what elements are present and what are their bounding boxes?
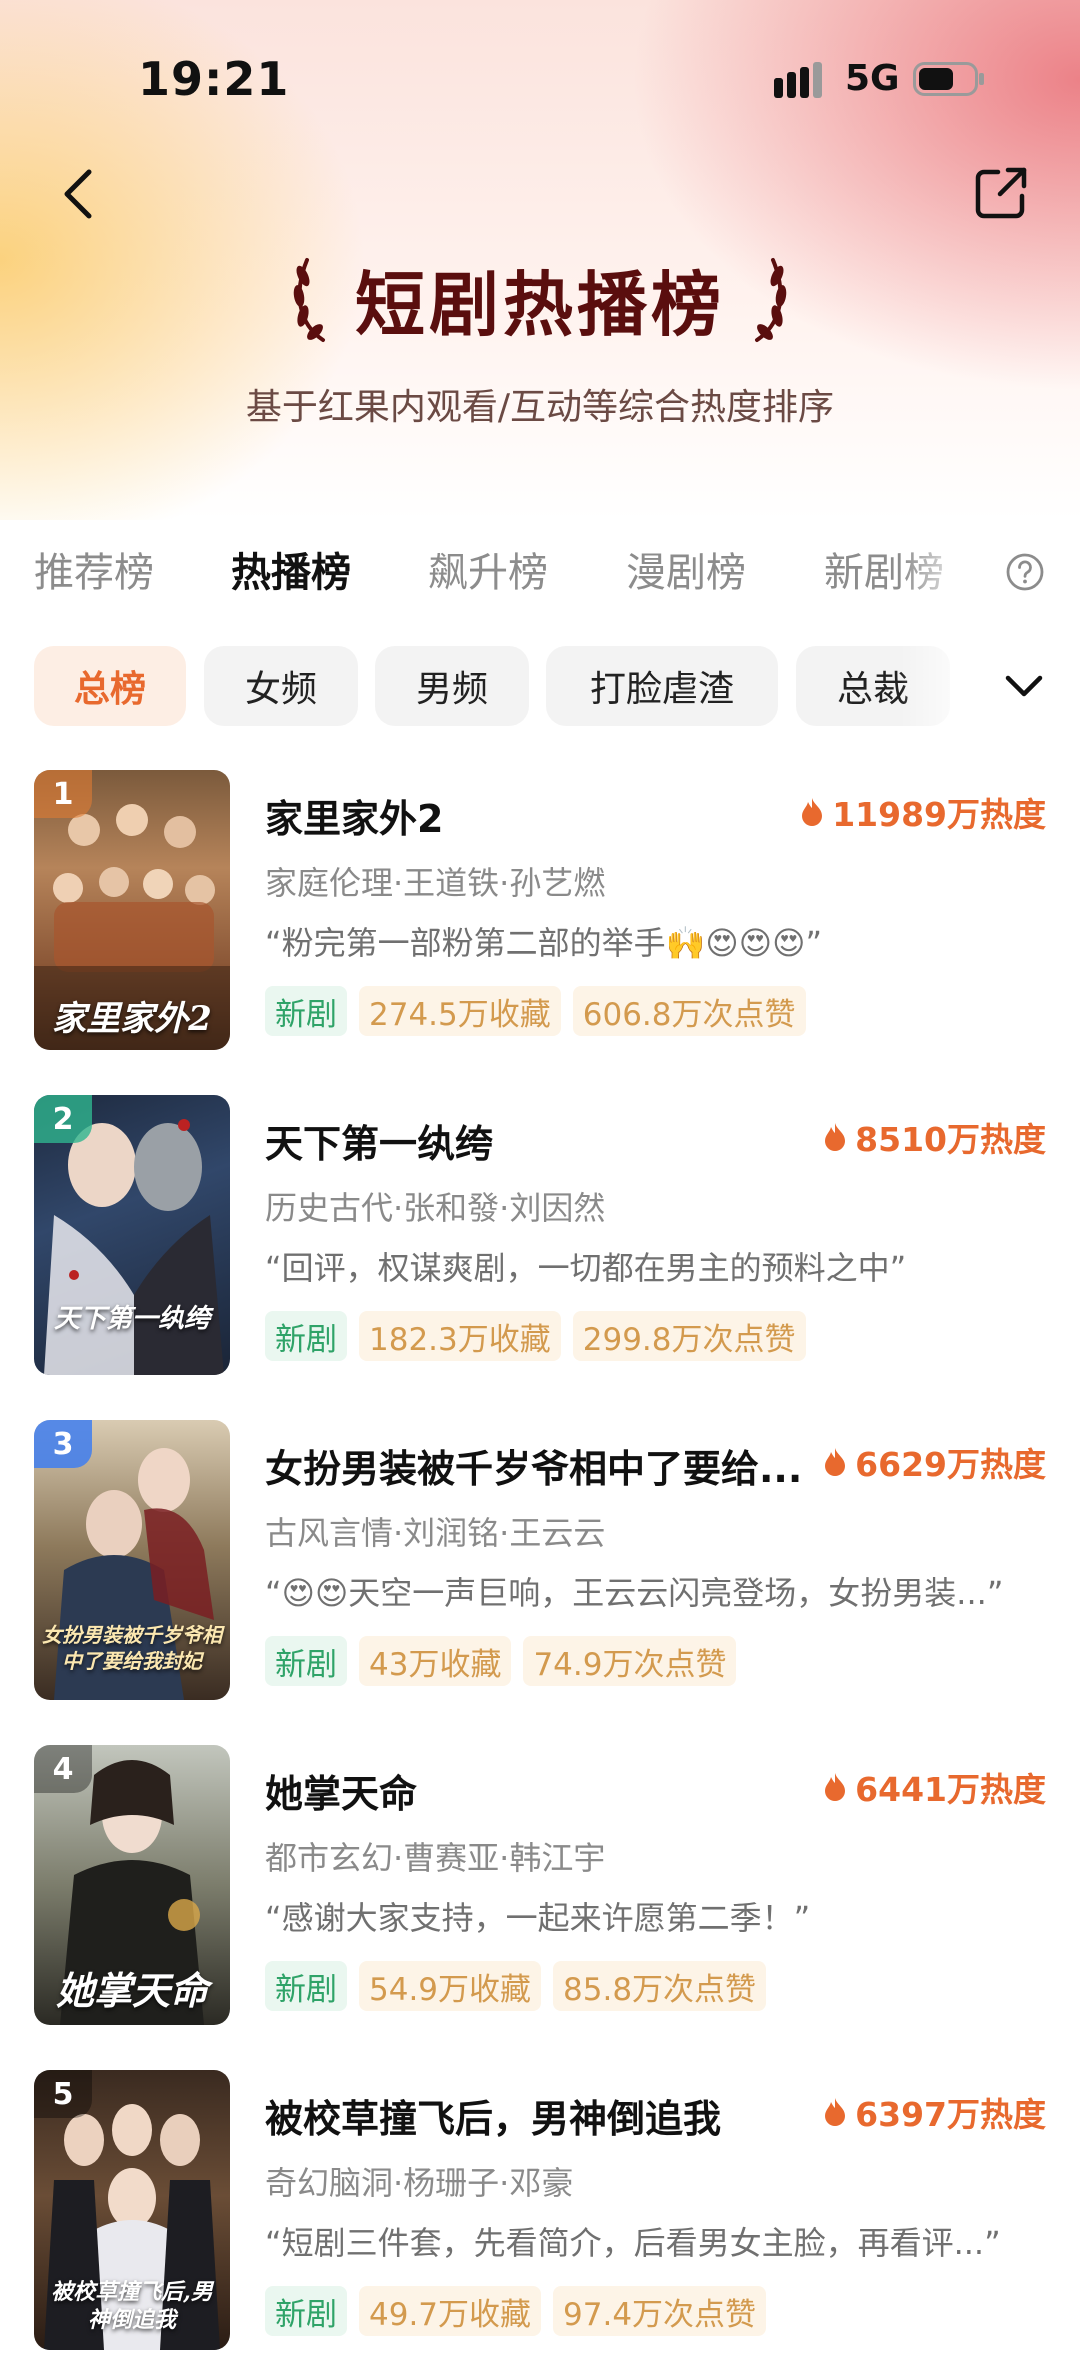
drama-tags: 新剧 54.9万收藏 85.8万次点赞 [265,1961,767,2011]
drama-meta: 都市玄幻·曹赛亚·韩江宇 [265,1839,606,1877]
heat-score: 6397万热度 [823,2090,1046,2134]
chip-all[interactable]: 总榜 [34,646,186,726]
drama-review: “粉完第一部粉第二部的举手🙌😍😍😍” [265,924,823,962]
drama-cover[interactable]: 女扮男装被千岁爷相中了要给我封妃 3 [34,1420,230,1700]
signal-icon [774,62,822,98]
cover-title: 天下第一纨绔 [53,1304,210,1334]
new-badge: 新剧 [265,986,347,1036]
chip-fade-overlay [900,640,1010,732]
drama-title[interactable]: 她掌天命 [265,1763,417,1818]
heat-value: 6629万热度 [855,1445,1046,1484]
drama-meta: 历史古代·张和發·刘因然 [265,1189,606,1227]
heat-value: 8510万热度 [855,1120,1046,1159]
rank-badge: 1 [34,770,92,818]
tab-fade-overlay [900,535,990,605]
cover-title: 家里家外2 [52,999,212,1039]
drama-cover[interactable]: 她掌天命 4 [34,1745,230,2025]
heat-value: 6397万热度 [855,2095,1046,2134]
page-title: 短剧热播榜 [0,244,1080,354]
favorites-count: 182.3万收藏 [359,1311,561,1361]
new-badge: 新剧 [265,1311,347,1361]
tab-hot[interactable]: 热播榜 [231,540,351,598]
heat-value: 11989万热度 [832,795,1046,834]
status-bar: 19:21 5G [0,0,1080,160]
ranking-tabs: 推荐榜 热播榜 飙升榜 漫剧榜 新剧榜 [34,540,1044,604]
network-label: 5G [845,58,900,99]
cover-title: 女扮男装被千岁爷相中了要给我封妃 [42,1623,222,1673]
tab-comic[interactable]: 漫剧榜 [626,540,746,598]
drama-cover[interactable]: 家里家外2 1 [34,770,230,1050]
likes-count: 97.4万次点赞 [553,2286,767,2336]
likes-count: 85.8万次点赞 [553,1961,767,2011]
page-subtitle: 基于红果内观看/互动等综合热度排序 [245,387,835,428]
flame-icon [825,1773,846,1801]
heat-value: 6441万热度 [855,1770,1046,1809]
drama-meta: 古风言情·刘润铭·王云云 [265,1514,606,1552]
drama-meta: 奇幻脑洞·杨珊子·邓豪 [265,2164,574,2202]
list-item[interactable]: 被校草撞飞后,男神倒追我 5 被校草撞飞后，男神倒追我 6397万热度 奇幻脑洞… [0,2070,1080,2360]
likes-count: 606.8万次点赞 [572,986,806,1036]
drama-tags: 新剧 182.3万收藏 299.8万次点赞 [265,1311,806,1361]
drama-tags: 新剧 43万收藏 74.9万次点赞 [265,1636,737,1686]
flame-icon [802,798,823,826]
flame-icon [825,2098,846,2126]
list-item[interactable]: 女扮男装被千岁爷相中了要给我封妃 3 女扮男装被千岁爷相中了要给... 6629… [0,1420,1080,1710]
title-text: 短剧热播榜 [355,263,725,346]
favorites-count: 274.5万收藏 [359,986,561,1036]
status-time: 19:21 [138,52,290,106]
rank-badge: 4 [34,1745,92,1793]
list-item[interactable]: 她掌天命 4 她掌天命 6441万热度 都市玄幻·曹赛亚·韩江宇 “感谢大家支持… [0,1745,1080,2035]
tab-rising[interactable]: 飙升榜 [428,540,548,598]
new-badge: 新剧 [265,1961,347,2011]
drama-tags: 新剧 274.5万收藏 606.8万次点赞 [265,986,806,1036]
cover-title: 被校草撞飞后,男神倒追我 [51,2279,213,2333]
laurel-right-icon [755,258,787,342]
chevron-left-icon [64,169,92,219]
tab-recommend[interactable]: 推荐榜 [34,540,154,598]
new-badge: 新剧 [265,1636,347,1686]
heat-score: 6441万热度 [823,1765,1046,1809]
heat-score: 8510万热度 [823,1115,1046,1159]
drama-review: “短剧三件套，先看简介，后看男女主脸，再看评...” [265,2224,1001,2262]
share-icon[interactable] [972,164,1030,222]
heat-score: 11989万热度 [800,790,1046,834]
list-item[interactable]: 天下第一纨绔 2 天下第一纨绔 8510万热度 历史古代·张和發·刘因然 “回评… [0,1095,1080,1385]
drama-meta: 家庭伦理·王道铁·孙艺燃 [265,864,606,902]
heat-score: 6629万热度 [823,1440,1046,1484]
favorites-count: 54.9万收藏 [359,1961,542,2011]
drama-title[interactable]: 女扮男装被千岁爷相中了要给... [265,1438,802,1493]
category-chips: 总榜 女频 男频 打脸虐渣 总裁 [34,646,1034,728]
drama-title[interactable]: 被校草撞飞后，男神倒追我 [265,2088,721,2143]
rank-badge: 5 [34,2070,92,2118]
drama-review: “😍😍天空一声巨响，王云云闪亮登场，女扮男装...” [265,1574,1004,1612]
chip-revenge[interactable]: 打脸虐渣 [546,646,778,726]
help-icon[interactable] [1005,552,1045,592]
drama-title[interactable]: 家里家外2 [265,788,443,843]
laurel-left-icon [293,258,325,342]
chevron-down-icon[interactable] [1000,668,1048,704]
favorites-count: 49.7万收藏 [359,2286,542,2336]
drama-cover[interactable]: 天下第一纨绔 2 [34,1095,230,1375]
likes-count: 74.9万次点赞 [523,1636,737,1686]
favorites-count: 43万收藏 [359,1636,512,1686]
back-button[interactable] [52,160,104,228]
battery-icon [913,62,984,96]
drama-cover[interactable]: 被校草撞飞后,男神倒追我 5 [34,2070,230,2350]
drama-review: “回评，权谋爽剧，一切都在男主的预料之中” [265,1249,907,1287]
rank-badge: 2 [34,1095,92,1143]
new-badge: 新剧 [265,2286,347,2336]
flame-icon [825,1123,846,1151]
cover-title: 她掌天命 [55,1968,208,2013]
flame-icon [825,1448,846,1476]
rank-badge: 3 [34,1420,92,1468]
list-item[interactable]: 家里家外2 1 家里家外2 11989万热度 家庭伦理·王道铁·孙艺燃 “粉完第… [0,770,1080,1060]
chip-male[interactable]: 男频 [375,646,529,726]
drama-review: “感谢大家支持，一起来许愿第二季！” [265,1899,811,1937]
chip-female[interactable]: 女频 [204,646,358,726]
likes-count: 299.8万次点赞 [572,1311,806,1361]
drama-title[interactable]: 天下第一纨绔 [265,1113,493,1168]
drama-tags: 新剧 49.7万收藏 97.4万次点赞 [265,2286,767,2336]
